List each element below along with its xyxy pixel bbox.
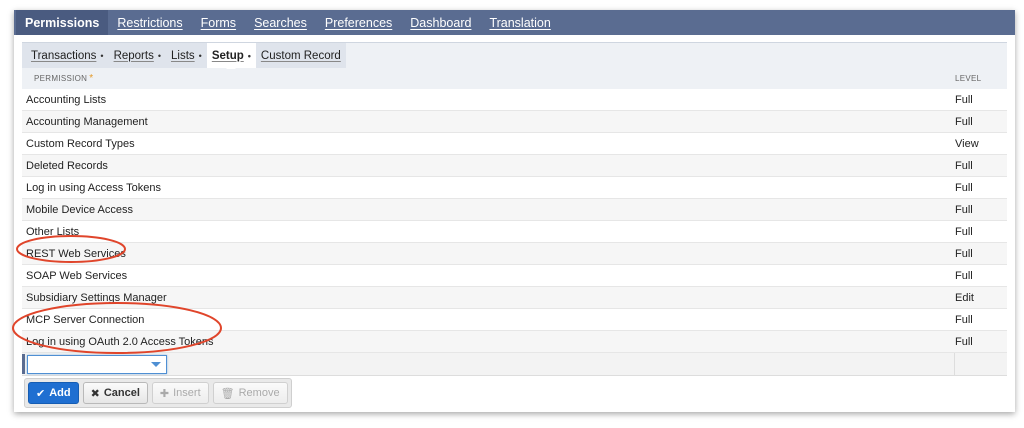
permissions-panel: Permissions Restrictions Forms Searches … [14,10,1015,412]
permission-cell: Log in using Access Tokens [26,181,161,194]
close-icon: ✖ [90,387,100,400]
permission-cell: Subsidiary Settings Manager [26,291,167,304]
required-mark: * [89,73,94,84]
trash-icon: 🗑 [220,387,235,400]
permission-cell: Custom Record Types [26,137,135,150]
new-permission-row [22,353,1007,376]
level-cell: Full [955,313,973,326]
level-cell-empty[interactable] [954,353,1007,375]
permission-cell: Accounting Management [26,115,148,128]
table-row[interactable]: MCP Server Connection Full [22,309,1007,331]
column-header-level[interactable]: LEVEL [955,74,1007,83]
level-cell: Edit [955,291,974,304]
subtab-custom-record[interactable]: Custom Record [256,43,346,68]
tab-restrictions[interactable]: Restrictions [108,10,191,35]
subtab-lists[interactable]: Lists • [166,43,207,68]
table-body: Accounting Lists Full Accounting Managemen… [22,89,1007,353]
subtab-bar: Transactions • Reports • Lists • Setup • Cus… [22,42,1007,69]
permission-cell: Log in using OAuth 2.0 Access Tokens [26,335,214,348]
level-cell: Full [955,247,973,260]
table-row[interactable]: Subsidiary Settings Manager Edit [22,287,1007,309]
permission-cell: Deleted Records [26,159,108,172]
level-cell: Full [955,203,973,216]
tab-translation[interactable]: Translation [480,10,559,35]
table-row[interactable]: REST Web Services Full [22,243,1007,265]
subtab-setup[interactable]: Setup • [206,43,256,69]
check-icon: ✔ [36,387,46,400]
level-cell: Full [955,335,973,348]
subtab-spacer [345,43,1007,68]
permission-cell: REST Web Services [26,247,126,260]
row-action-bar: ✔ Add ✖ Cancel ✚ Insert 🗑 Remove [24,378,292,408]
top-tab-bar: Permissions Restrictions Forms Searches … [14,10,1015,35]
subtab-reports[interactable]: Reports • [109,43,166,68]
insert-button[interactable]: ✚ Insert [151,382,209,404]
permission-cell: SOAP Web Services [26,269,128,282]
plus-icon: ✚ [159,387,170,400]
permission-cell: Other Lists [26,225,80,238]
permission-select[interactable] [27,354,167,374]
table-row[interactable]: Mobile Device Access Full [22,199,1007,221]
subtab-transactions[interactable]: Transactions • [26,43,109,68]
tab-permissions[interactable]: Permissions [16,10,109,35]
level-cell: Full [955,269,973,282]
chevron-down-icon[interactable] [151,361,161,367]
tab-searches[interactable]: Searches [245,10,316,35]
permissions-table: PERMISSION * LEVEL Accounting Lists Full Ac… [22,68,1007,376]
add-button[interactable]: ✔ Add [28,382,79,404]
column-header-permission[interactable]: PERMISSION * [22,73,955,84]
table-row[interactable]: Accounting Lists Full [22,89,1007,111]
table-row[interactable]: Other Lists Full [22,221,1007,243]
level-cell: Full [955,181,973,194]
table-header: PERMISSION * LEVEL [22,68,1007,89]
tab-preferences[interactable]: Preferences [316,10,401,35]
remove-button[interactable]: 🗑 Remove [212,382,288,404]
cancel-button[interactable]: ✖ Cancel [82,382,148,404]
permission-cell: MCP Server Connection [26,313,145,326]
row-marker [22,354,25,374]
level-cell: Full [955,93,973,106]
tab-dashboard[interactable]: Dashboard [401,10,480,35]
table-row[interactable]: Accounting Management Full [22,111,1007,133]
level-cell: Full [955,225,973,238]
permission-cell: Accounting Lists [26,93,107,106]
level-cell: View [955,137,979,150]
table-row[interactable]: Log in using Access Tokens Full [22,177,1007,199]
permission-cell: Mobile Device Access [26,203,133,216]
table-row[interactable]: Deleted Records Full [22,155,1007,177]
level-cell: Full [955,115,973,128]
level-cell: Full [955,159,973,172]
table-row[interactable]: Log in using OAuth 2.0 Access Tokens Full [22,331,1007,353]
tab-forms[interactable]: Forms [192,10,245,35]
table-row[interactable]: Custom Record Types View [22,133,1007,155]
table-row[interactable]: SOAP Web Services Full [22,265,1007,287]
